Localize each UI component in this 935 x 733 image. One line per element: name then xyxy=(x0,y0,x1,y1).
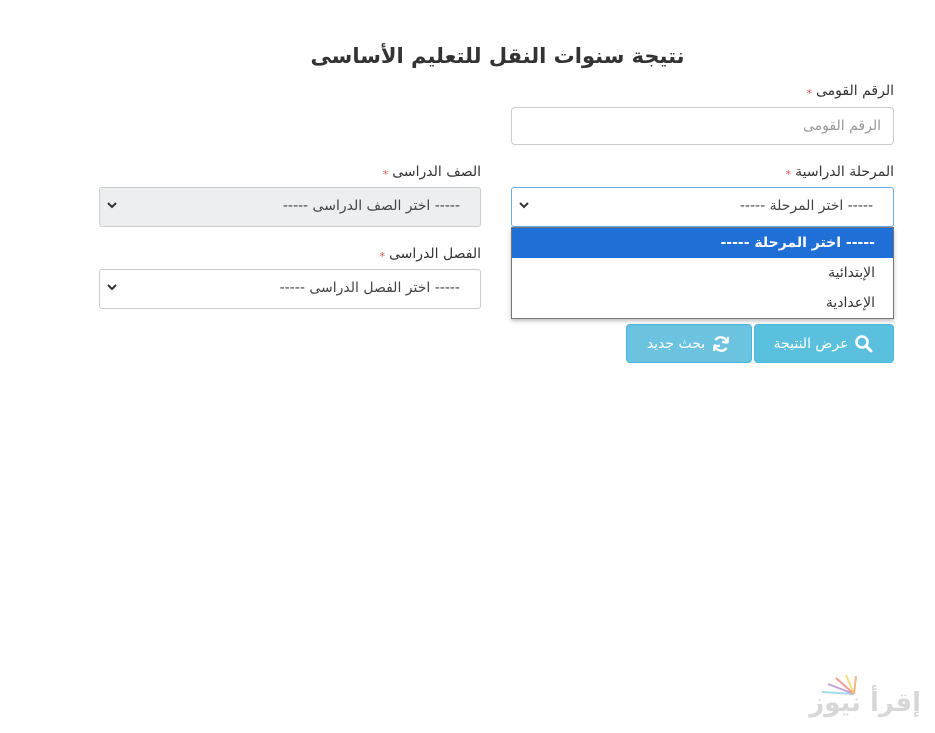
required-mark: * xyxy=(785,168,792,181)
stage-dropdown-list: ----- اختر المرحلة ----- الإبتدائية الإع… xyxy=(511,227,894,319)
stage-option[interactable]: الإبتدائية xyxy=(512,258,893,288)
stage-selected-value: ----- اختر المرحلة ----- xyxy=(739,198,873,214)
chevron-down-icon xyxy=(107,284,117,291)
refresh-icon xyxy=(713,335,730,352)
watermark-logo: إقرأ نيوز xyxy=(804,672,929,724)
show-result-button[interactable]: عرض النتيجة xyxy=(754,324,894,363)
grade-select[interactable]: ----- اختر الصف الدراسى ----- xyxy=(99,187,481,227)
chevron-down-icon xyxy=(519,202,529,209)
show-result-label: عرض النتيجة xyxy=(773,335,849,352)
new-search-button[interactable]: بحث جديد xyxy=(626,324,752,363)
page-title: نتيجة سنوات النقل للتعليم الأساسى xyxy=(310,44,685,68)
new-search-label: بحث جديد xyxy=(646,335,706,352)
term-select[interactable]: ----- اختر الفصل الدراسى ----- xyxy=(99,269,481,309)
chevron-down-icon xyxy=(107,202,117,209)
required-mark: * xyxy=(382,168,389,181)
grade-label: الصف الدراسى* xyxy=(382,164,481,181)
watermark-text: إقرأ نيوز xyxy=(809,688,921,718)
required-mark: * xyxy=(379,250,386,263)
stage-select[interactable]: ----- اختر المرحلة ----- xyxy=(511,187,894,227)
required-mark: * xyxy=(806,87,813,100)
national-id-label-text: الرقم القومى xyxy=(816,83,894,99)
term-selected-value: ----- اختر الفصل الدراسى ----- xyxy=(279,280,460,296)
national-id-input[interactable] xyxy=(511,107,894,145)
stage-option[interactable]: ----- اختر المرحلة ----- xyxy=(512,228,893,258)
search-icon xyxy=(855,334,873,352)
grade-label-text: الصف الدراسى xyxy=(392,164,481,180)
stage-label-text: المرحلة الدراسية xyxy=(795,164,894,180)
term-label-text: الفصل الدراسى xyxy=(389,246,481,262)
term-label: الفصل الدراسى* xyxy=(379,246,481,263)
stage-option[interactable]: الإعدادية xyxy=(512,288,893,318)
stage-label: المرحلة الدراسية* xyxy=(785,164,894,181)
grade-selected-value: ----- اختر الصف الدراسى ----- xyxy=(282,198,460,214)
national-id-label: الرقم القومى* xyxy=(806,83,894,100)
